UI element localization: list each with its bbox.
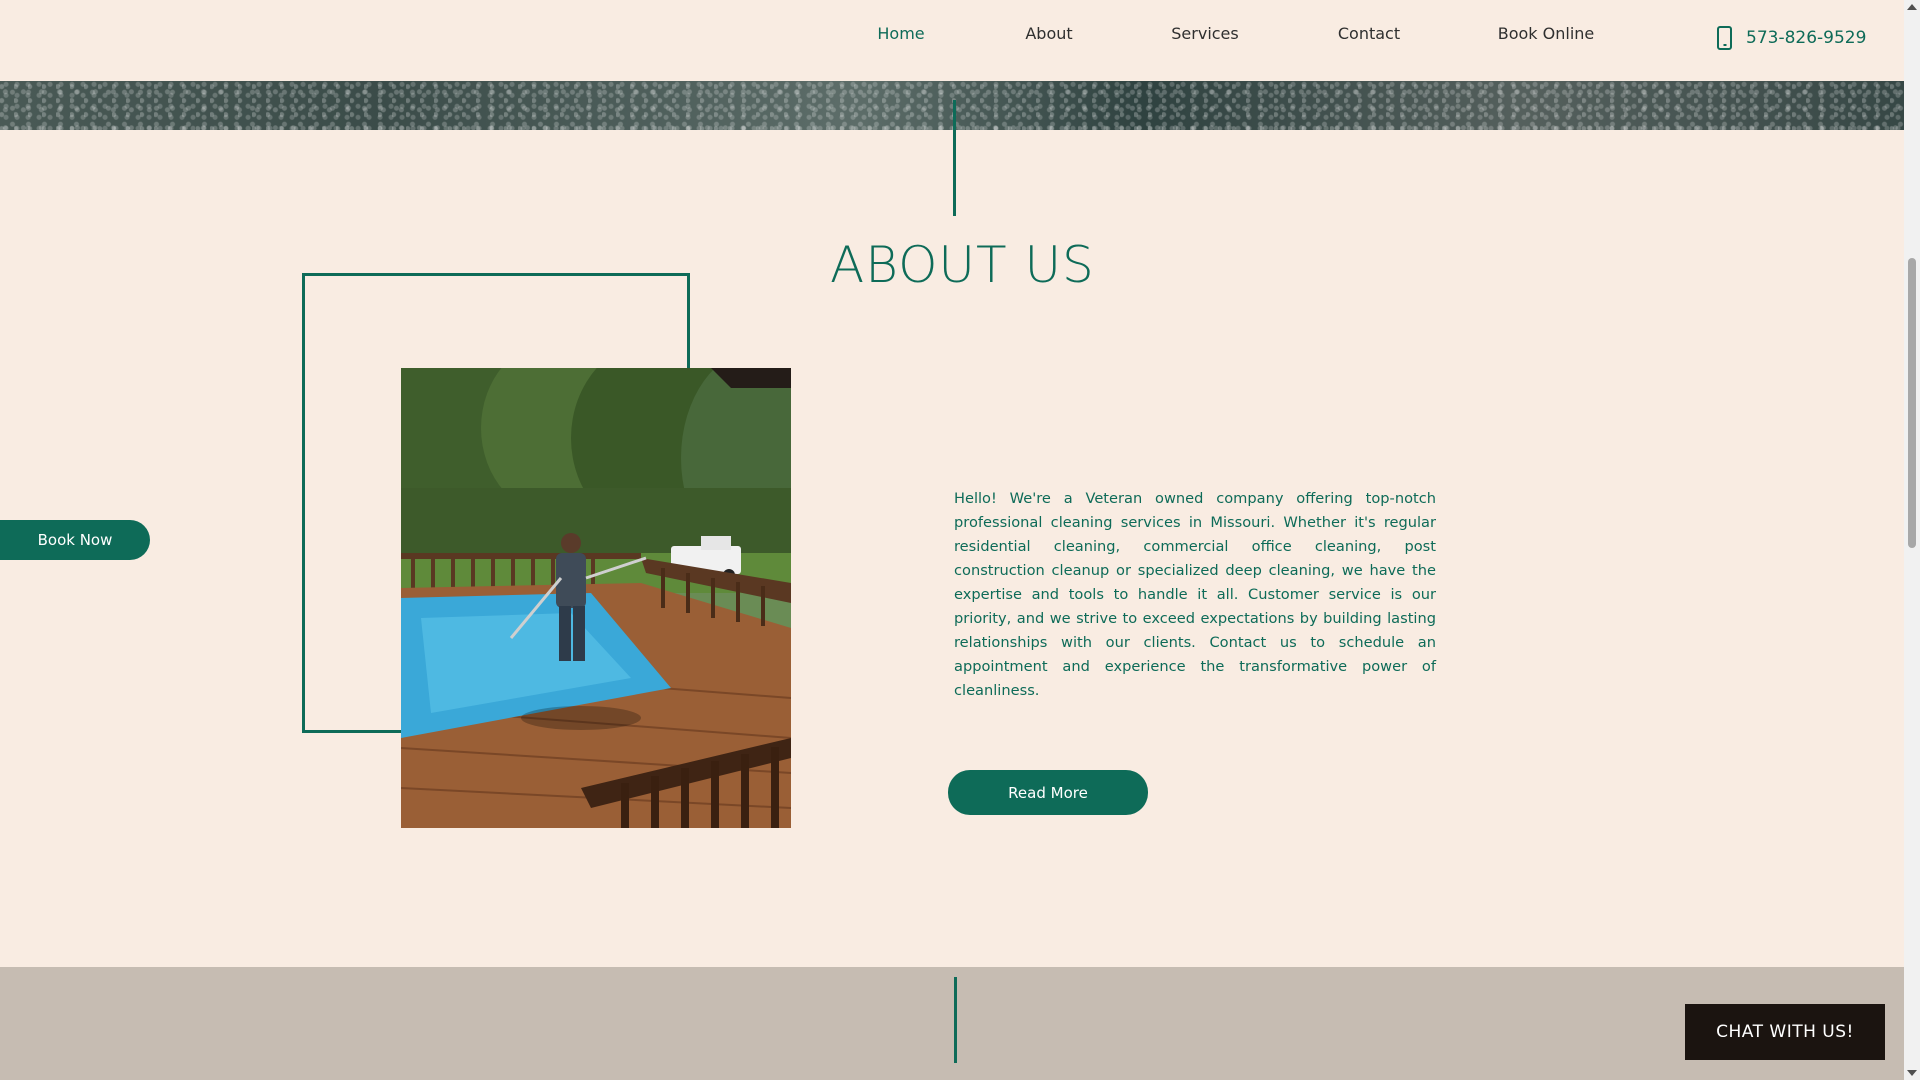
section-divider-line-lower bbox=[954, 977, 957, 1063]
scrollbar-thumb[interactable] bbox=[1908, 258, 1916, 548]
next-section bbox=[0, 967, 1904, 1080]
nav-item-contact[interactable]: Contact bbox=[1338, 24, 1400, 43]
nav-item-services[interactable]: Services bbox=[1171, 24, 1238, 43]
site-header: Home About Services Contact Book Online … bbox=[0, 0, 1904, 81]
book-now-button[interactable]: Book Now bbox=[0, 520, 150, 560]
scroll-down-arrow-icon[interactable] bbox=[1907, 1070, 1917, 1076]
about-photo bbox=[401, 368, 791, 828]
pool-deck-illustration bbox=[401, 368, 791, 828]
nav-item-book-online[interactable]: Book Online bbox=[1498, 24, 1595, 43]
page-scrollbar[interactable] bbox=[1904, 0, 1920, 1080]
nav-item-about[interactable]: About bbox=[1025, 24, 1072, 43]
hero-image-strip bbox=[0, 81, 1904, 130]
scroll-up-arrow-icon[interactable] bbox=[1907, 4, 1917, 10]
about-description: Hello! We're a Veteran owned company off… bbox=[954, 490, 1436, 699]
section-divider-line bbox=[953, 100, 956, 216]
about-title: ABOUT US bbox=[830, 236, 1095, 294]
phone-icon bbox=[1717, 26, 1732, 50]
phone-number: 573-826-9529 bbox=[1746, 28, 1867, 48]
phone-link[interactable]: 573-826-9529 bbox=[1717, 26, 1866, 50]
chat-button[interactable]: CHAT WITH US! bbox=[1685, 1004, 1885, 1060]
nav-item-home[interactable]: Home bbox=[877, 24, 924, 43]
read-more-button[interactable]: Read More bbox=[948, 770, 1148, 815]
